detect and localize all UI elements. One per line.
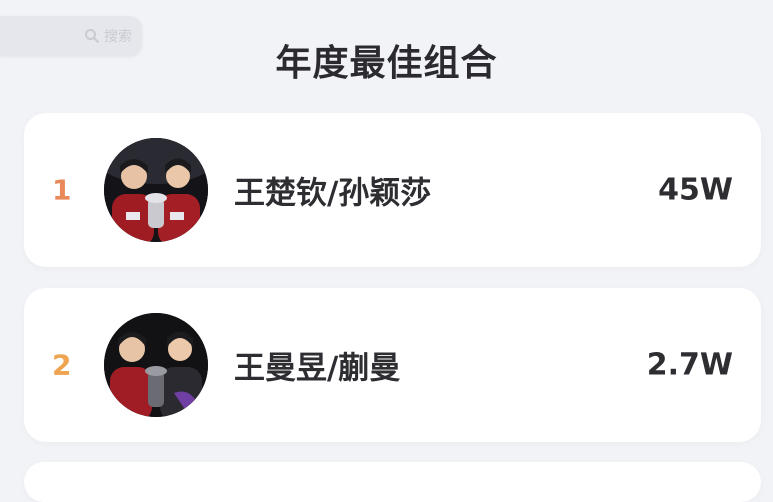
ranking-row-3[interactable] (24, 462, 761, 502)
ranking-row-1[interactable]: 1 王楚钦/孙颖莎 45W (24, 113, 761, 267)
vote-count: 2.7W (646, 347, 733, 383)
page-title: 年度最佳组合 (275, 43, 498, 84)
avatar (104, 313, 208, 417)
avatar (104, 138, 208, 242)
rank-number: 2 (52, 348, 72, 382)
pair-name: 王曼昱/蒯曼 (234, 350, 401, 387)
ranking-row-2[interactable]: 2 王曼昱/蒯曼 2.7W (24, 288, 761, 442)
rank-number: 1 (52, 173, 72, 207)
pair-name: 王楚钦/孙颖莎 (234, 175, 432, 212)
vote-count: 45W (658, 172, 733, 208)
